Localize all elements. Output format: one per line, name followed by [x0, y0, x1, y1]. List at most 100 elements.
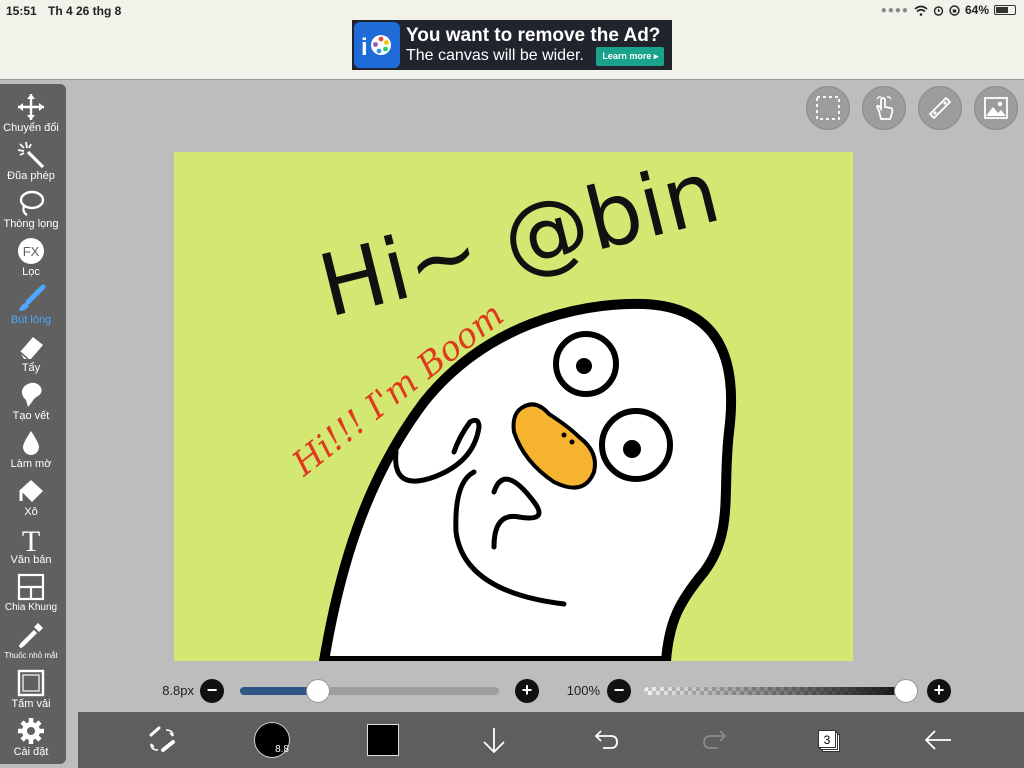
hand-gesture-button[interactable] — [862, 86, 906, 130]
signal-dots-icon: ●●●● — [880, 4, 909, 16]
opacity-thumb[interactable] — [894, 679, 918, 703]
tool-label: Chuyển đổi — [3, 122, 59, 134]
ibis-paint-logo-icon: i — [354, 22, 400, 68]
drawing-canvas[interactable]: Hi~ @bin Hi!!! I'm Boom — [174, 152, 853, 661]
bottom-toolbar: 8.8 3 — [78, 712, 1024, 768]
tool-settings[interactable]: Cài đặt — [0, 712, 62, 760]
wifi-icon — [914, 5, 928, 16]
tool-label: Chia Khung — [4, 602, 58, 613]
gear-icon — [18, 718, 44, 744]
tool-label: Bút lông — [10, 314, 52, 326]
brush-icon — [19, 284, 46, 311]
learn-more-button[interactable]: Learn more ▸ — [596, 46, 665, 66]
opacity-slider[interactable] — [644, 679, 918, 703]
status-time: 15:51 — [6, 4, 37, 18]
lasso-icon — [19, 190, 45, 216]
brush-size-increase-button[interactable]: + — [515, 679, 539, 703]
tool-smudge[interactable]: Tạo vết — [0, 376, 62, 424]
hand-gesture-icon — [876, 96, 894, 120]
tool-label: Tạo vết — [12, 410, 50, 422]
tool-label: Đũa phép — [7, 170, 55, 182]
opacity-label: 100% — [566, 683, 600, 698]
opacity-decrease-button[interactable]: − — [607, 679, 631, 703]
svg-text:FX: FX — [23, 244, 40, 259]
ruler-icon — [928, 96, 952, 120]
magic-wand-icon — [17, 141, 45, 169]
tool-blur[interactable]: Làm mờ — [0, 424, 62, 472]
brush-preview-circle: 8.8 — [254, 722, 290, 758]
tool-label: Làm mờ — [10, 458, 52, 470]
eyedropper-icon — [18, 623, 43, 649]
arrow-left-icon — [924, 730, 951, 750]
arrow-down-icon — [483, 728, 505, 754]
tool-frame-divider[interactable]: Chia Khung — [0, 568, 62, 616]
color-button[interactable] — [363, 720, 403, 760]
tool-eraser[interactable]: Tẩy — [0, 328, 62, 376]
brush-size-slider[interactable] — [240, 679, 499, 703]
redo-button[interactable] — [696, 720, 736, 760]
tool-label: Cài đặt — [13, 746, 49, 758]
layers-icon: 3 — [815, 728, 840, 752]
tool-label: Tấm vải — [11, 698, 51, 710]
svg-text:i: i — [361, 34, 368, 61]
tool-label: Lọc — [22, 266, 40, 278]
bucket-icon — [19, 480, 43, 502]
brush-size-preview[interactable]: 8.8 — [252, 720, 292, 760]
battery-icon — [994, 5, 1016, 15]
current-color-swatch — [367, 724, 399, 756]
tool-label: Thòng lọng — [3, 218, 59, 230]
ad-banner[interactable]: i You want to remove the Ad? The canvas … — [352, 20, 672, 70]
image-icon — [984, 97, 1008, 119]
brush-size-decrease-button[interactable]: − — [200, 679, 224, 703]
back-button[interactable] — [918, 720, 958, 760]
fx-filter-icon: FX — [18, 238, 44, 264]
layers-button[interactable]: 3 — [807, 720, 847, 760]
tool-magic-wand[interactable]: Đũa phép — [0, 136, 62, 184]
image-button[interactable] — [974, 86, 1018, 130]
ad-headline: You want to remove the Ad? — [406, 24, 661, 46]
rotation-lock-icon — [949, 4, 960, 16]
smudge-icon — [21, 382, 42, 407]
opacity-increase-button[interactable]: + — [927, 679, 951, 703]
brush-size-label: 8.8px — [162, 683, 194, 698]
tool-brush[interactable]: Bút lông — [0, 280, 62, 328]
status-indicators: ●●●● 64% — [881, 3, 1016, 17]
move-arrows-icon — [18, 94, 44, 120]
tool-transform[interactable]: Chuyển đổi — [0, 88, 62, 136]
download-button[interactable] — [474, 720, 514, 760]
eraser-icon — [19, 337, 43, 360]
tool-label: Thuốc nhỏ mắt — [4, 651, 58, 660]
layer-count: 3 — [818, 730, 836, 748]
svg-text:T: T — [22, 525, 40, 554]
brush-swap-icon — [149, 726, 175, 752]
undo-icon — [594, 730, 618, 749]
canvas-icon — [17, 669, 45, 697]
tool-bucket[interactable]: Xô — [0, 472, 62, 520]
tool-label: Văn bản — [10, 554, 52, 566]
blur-drop-icon — [23, 431, 39, 455]
undo-button[interactable] — [585, 720, 625, 760]
redo-icon — [703, 730, 727, 749]
tool-sidebar: Chuyển đổi Đũa phép Thòng lọng FX Lọc Bú… — [0, 84, 66, 764]
brush-size-thumb[interactable] — [305, 679, 330, 703]
tool-filter[interactable]: FX Lọc — [0, 232, 62, 280]
tool-text[interactable]: T Văn bản — [0, 520, 62, 568]
tool-lasso[interactable]: Thòng lọng — [0, 184, 62, 232]
battery-percent: 64% — [964, 3, 989, 17]
tool-eyedropper[interactable]: Thuốc nhỏ mắt — [0, 616, 62, 664]
tool-label: Xô — [24, 506, 38, 518]
frame-divider-icon — [17, 573, 45, 601]
tool-canvas[interactable]: Tấm vải — [0, 664, 62, 712]
top-area: 15:51 Th 4 26 thg 8 ●●●● 64% i You want … — [0, 0, 1024, 80]
tool-label: Tẩy — [21, 362, 41, 374]
selection-icon — [816, 96, 840, 120]
brush-size-value: 8.8 — [275, 744, 289, 755]
ad-subtext: The canvas will be wider. — [406, 47, 584, 65]
ruler-button[interactable] — [918, 86, 962, 130]
ad-text: You want to remove the Ad? The canvas wi… — [406, 24, 665, 66]
status-date: Th 4 26 thg 8 — [48, 4, 122, 18]
alarm-icon — [933, 5, 944, 16]
brush-swap-button[interactable] — [142, 720, 182, 760]
selection-button[interactable] — [806, 86, 850, 130]
text-icon: T — [22, 525, 40, 554]
